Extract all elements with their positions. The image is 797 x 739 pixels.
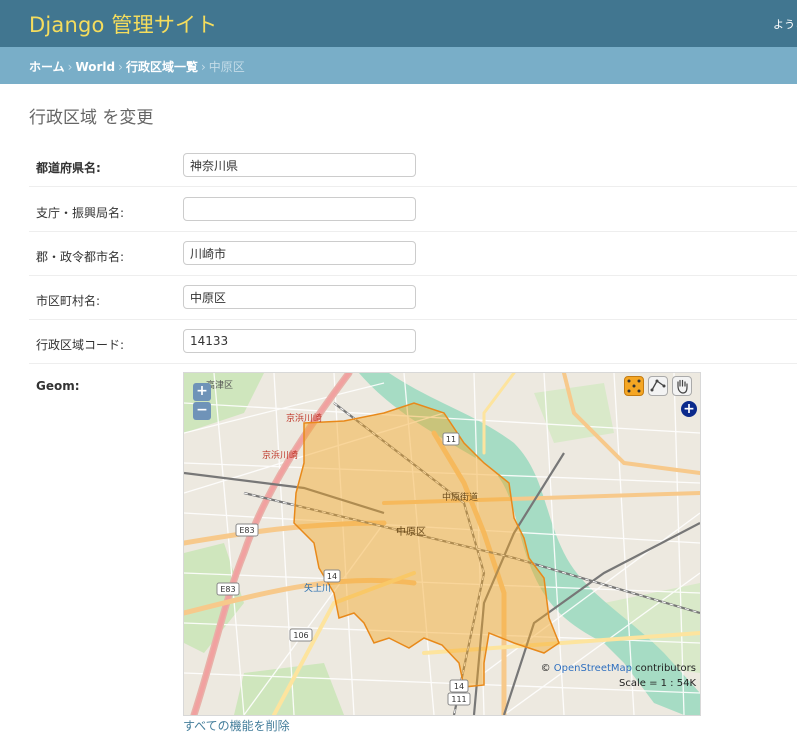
breadcrumb-separator: › (200, 60, 206, 74)
map-shield-e83-a: E83 (239, 526, 254, 535)
map-scale: Scale = 1 : 54K (618, 678, 696, 689)
breadcrumb-home-link[interactable]: ホーム (29, 60, 65, 74)
form-row-county: 郡・政令都市名: (29, 231, 797, 276)
site-header: Django 管理サイト ようこそ (0, 0, 797, 47)
map-shield-106: 106 (293, 631, 308, 640)
zoom-in-button[interactable]: + (193, 383, 211, 401)
draw-polygon-icon[interactable] (624, 376, 644, 396)
attribution-suffix: contributors (632, 663, 696, 674)
municipality-label: 市区町村名: (36, 294, 101, 308)
map-label-nakahara: 中原区 (396, 525, 426, 538)
admin-code-label: 行政区域コード: (36, 338, 125, 352)
breadcrumb-model-link[interactable]: 行政区域一覧 (126, 60, 198, 74)
breadcrumb-separator: › (67, 60, 73, 74)
breadcrumb-separator: › (118, 60, 123, 74)
form-row-subprefecture: 支庁・振興局名: (29, 187, 797, 232)
geom-label: Geom: (36, 379, 80, 393)
map-label-nakahara-kaido: 中原街道 (442, 491, 478, 503)
map-label-yagami: 矢上川 (304, 582, 331, 594)
map-shield-14b: 14 (454, 682, 464, 691)
subprefecture-label: 支庁・振興局名: (36, 206, 125, 220)
modify-feature-icon[interactable] (648, 376, 668, 396)
page-title: 行政区域 を変更 (29, 108, 154, 128)
admin-code-input[interactable] (183, 329, 416, 353)
form-row-prefecture: 都道府県名: (29, 142, 797, 187)
attribution-prefix: © (540, 663, 554, 674)
site-name[interactable]: Django 管理サイト (29, 9, 217, 39)
form-row-municipality: 市区町村名: (29, 275, 797, 320)
user-tools: ようこそ (773, 18, 797, 31)
delete-all-features-link[interactable]: すべての機能を削除 (183, 717, 290, 734)
prefecture-input[interactable] (183, 153, 416, 177)
breadcrumb-current: 中原区 (208, 60, 245, 74)
map-shield-14: 14 (327, 572, 337, 581)
form-row-admin-code: 行政区域コード: (29, 319, 797, 364)
pan-hand-icon[interactable] (672, 376, 692, 396)
county-label: 郡・政令都市名: (36, 250, 125, 264)
county-input[interactable] (183, 241, 416, 265)
map-attribution: © OpenStreetMap contributors (541, 663, 696, 674)
breadcrumb-app-link[interactable]: World (75, 60, 115, 74)
map-shield-111: 111 (451, 695, 466, 704)
geom-map[interactable]: 高津区 京浜川崎 京浜川崎 中原区 中原街道 矢上川 E83 E83 11 14… (183, 372, 701, 716)
map-label-keihin-2: 京浜川崎 (262, 449, 298, 461)
prefecture-label: 都道府県名: (36, 161, 101, 175)
openstreetmap-link[interactable]: OpenStreetMap (554, 663, 632, 674)
municipality-input[interactable] (183, 285, 416, 309)
zoom-out-button[interactable]: − (193, 402, 211, 420)
map-shield-11: 11 (446, 435, 456, 444)
map-shield-e83-b: E83 (220, 585, 235, 594)
map-label-keihin-1: 京浜川崎 (286, 412, 322, 424)
subprefecture-input[interactable] (183, 197, 416, 221)
breadcrumb: ホーム › World › 行政区域一覧 › 中原区 (0, 47, 797, 84)
layer-switcher-button[interactable]: + (681, 401, 697, 417)
